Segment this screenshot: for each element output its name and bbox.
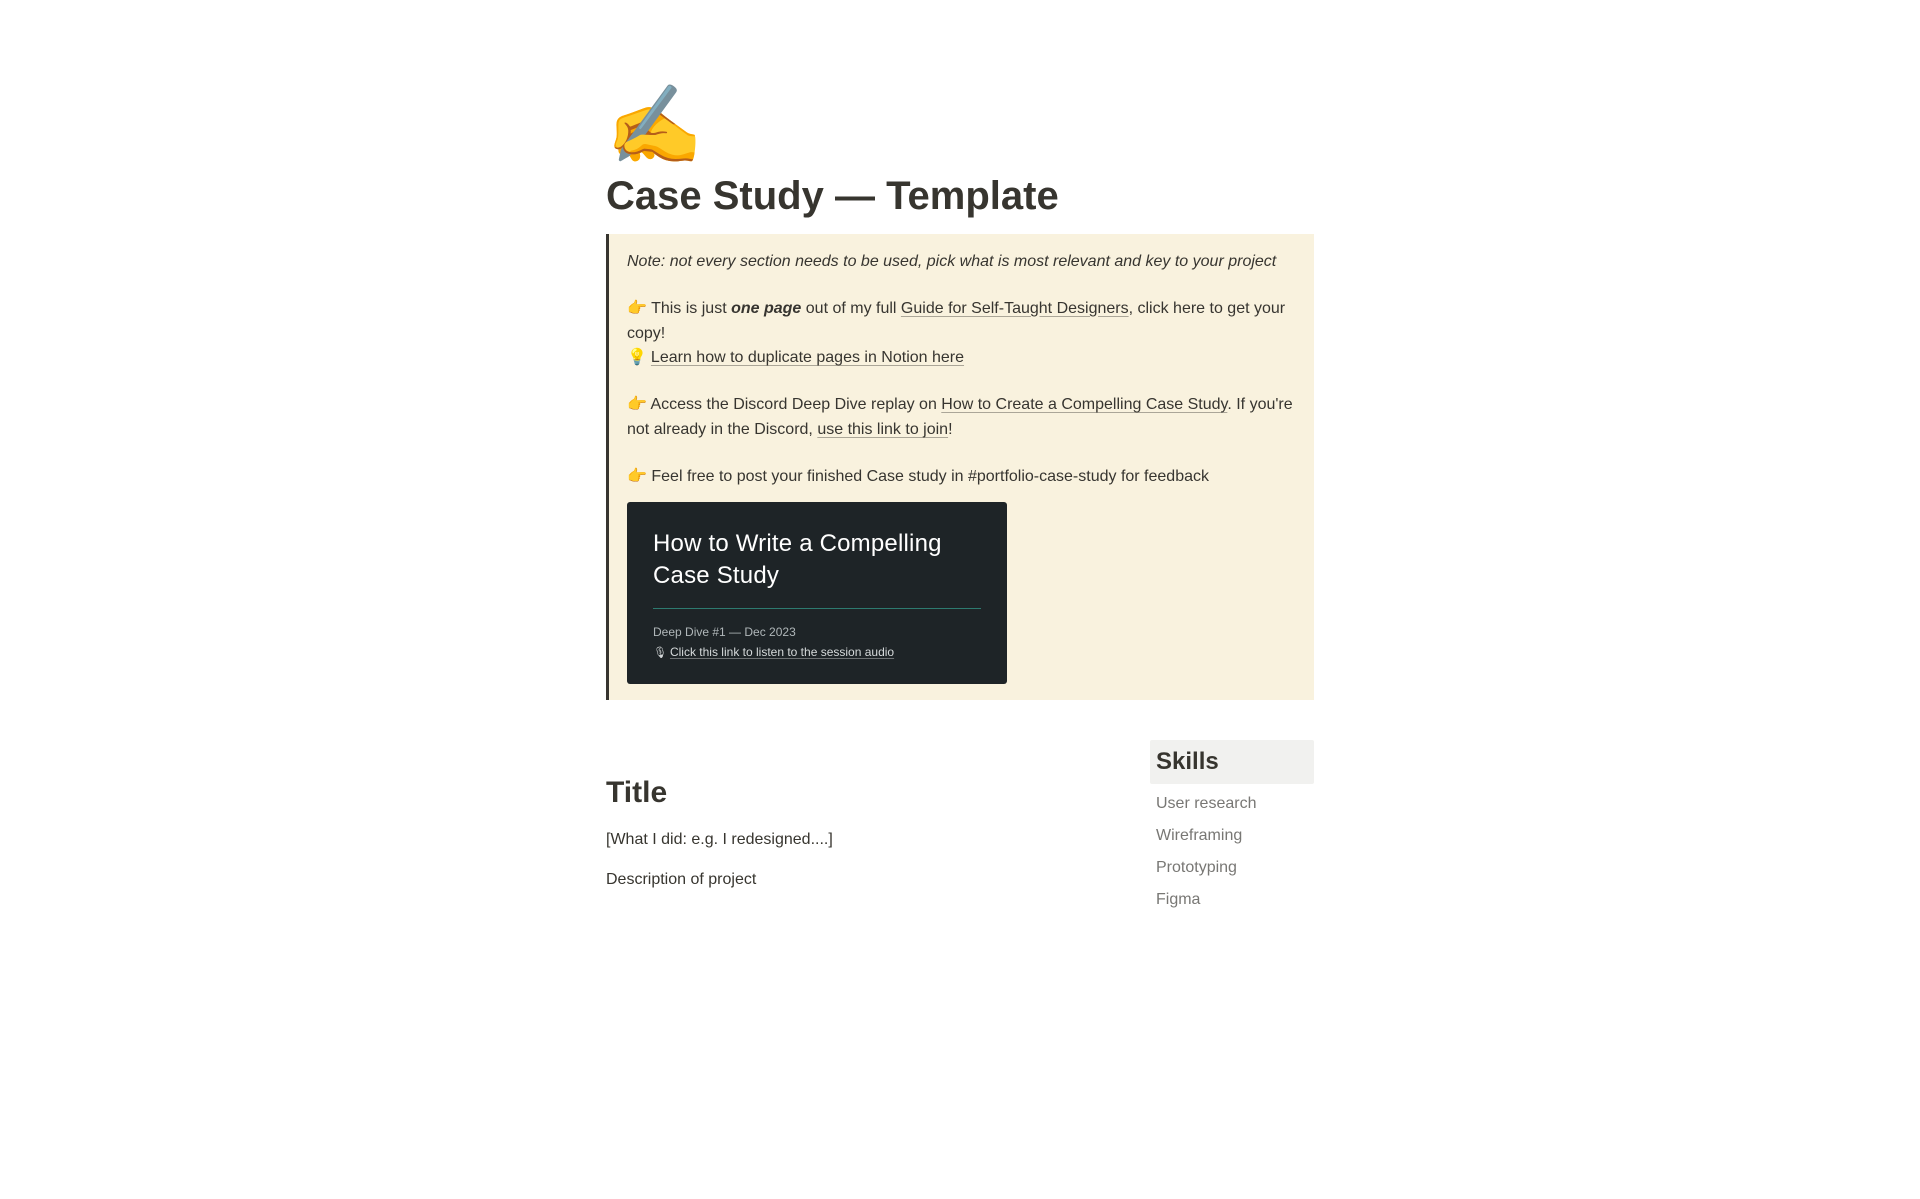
callout-line-1: 👉 This is just one page out of my full G… <box>627 297 1300 371</box>
embed-meta-text: Deep Dive #1 — Dec 2023 <box>653 625 796 639</box>
skill-item[interactable]: Figma <box>1150 884 1314 916</box>
skills-list: User research Wireframing Prototyping Fi… <box>1150 788 1314 916</box>
skill-item[interactable]: User research <box>1150 788 1314 820</box>
callout-line3-pre: 👉 Access the Discord Deep Dive replay on <box>627 396 941 413</box>
deepdive-replay-link[interactable]: How to Create a Compelling Case Study <box>941 396 1227 413</box>
guide-link[interactable]: Guide for Self-Taught Designers <box>901 300 1129 317</box>
skill-item[interactable]: Prototyping <box>1150 852 1314 884</box>
callout-note: Note: not every section needs to be used… <box>627 250 1300 275</box>
description-text[interactable]: Description of project <box>606 861 1114 893</box>
discord-join-link[interactable]: use this link to join <box>817 421 948 438</box>
page-icon[interactable]: ✍️ <box>606 86 1314 164</box>
two-column-layout: Title [What I did: e.g. I redesigned....… <box>606 740 1314 916</box>
microphone-icon: 🎙 <box>653 645 667 663</box>
title-placeholder-text[interactable]: [What I did: e.g. I redesigned....] <box>606 821 1114 853</box>
callout-block: Note: not every section needs to be used… <box>606 234 1314 700</box>
skills-heading[interactable]: Skills <box>1150 740 1314 784</box>
callout-line3-post: ! <box>948 421 952 438</box>
page-title[interactable]: Case Study — Template <box>606 172 1314 220</box>
callout-line-3: 👉 Access the Discord Deep Dive replay on… <box>627 393 1300 443</box>
callout-line1-pre: 👉 This is just <box>627 300 731 317</box>
callout-line-4: 👉 Feel free to post your finished Case s… <box>627 465 1300 684</box>
skill-item[interactable]: Wireframing <box>1150 820 1314 852</box>
side-column: Skills User research Wireframing Prototy… <box>1150 740 1314 916</box>
callout-feedback-text: 👉 Feel free to post your finished Case s… <box>627 465 1300 490</box>
embed-title: How to Write a Compelling Case Study <box>653 528 981 610</box>
main-column: Title [What I did: e.g. I redesigned....… <box>606 740 1114 900</box>
duplicate-pages-link[interactable]: Learn how to duplicate pages in Notion h… <box>651 349 964 366</box>
title-heading[interactable]: Title <box>606 770 1114 815</box>
embed-audio-link-text: Click this link to listen to the session… <box>670 645 894 659</box>
lightbulb-icon: 💡 <box>627 349 647 366</box>
embed-audio-link[interactable]: 🎙Click this link to listen to the sessio… <box>653 643 981 663</box>
callout-line1-mid: out of my full <box>801 300 901 317</box>
callout-line1-em: one page <box>731 300 801 317</box>
embed-card[interactable]: How to Write a Compelling Case Study Dee… <box>627 502 1007 685</box>
